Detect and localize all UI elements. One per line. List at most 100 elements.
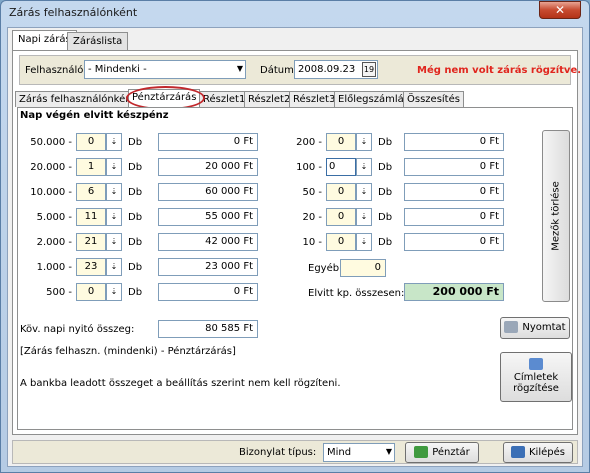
denom-count-input[interactable]: 0 (326, 133, 356, 151)
unit-label: Db (378, 162, 393, 173)
doc-type-value: Mind (327, 447, 352, 458)
unit-label: Db (378, 212, 393, 223)
title-bar: Zárás felhasználónként ✕ (1, 1, 589, 25)
calendar-icon[interactable]: 19 (362, 62, 376, 77)
denom-label: 10.000 - (30, 187, 72, 198)
denominations-icon (529, 358, 543, 370)
spin-arrow-icon[interactable]: ⇣ (106, 158, 122, 176)
denom-label: 200 - (296, 137, 322, 148)
next-day-value: 80 585 Ft (158, 320, 258, 338)
denom-label: 2.000 - (36, 237, 72, 248)
bottom-bar: Bizonylat típus: Mind ▼ Pénztár Kilépés (12, 440, 578, 464)
tab-reszlet1[interactable]: Részlet1 (199, 91, 250, 107)
spin-arrow-icon[interactable]: ⇣ (106, 183, 122, 201)
tab-eloleg-szamlak[interactable]: Előlegszámlák (334, 91, 414, 107)
user-label: Felhasználó (25, 65, 84, 76)
tab-osszesites[interactable]: Összesítés (403, 91, 464, 107)
spin-arrow-icon[interactable]: ⇣ (106, 283, 122, 301)
denom-count-input[interactable]: 1 (76, 158, 106, 176)
denom-label: 100 - (296, 162, 322, 173)
denom-count-input[interactable]: 0 (326, 158, 356, 176)
denom-amount: 0 Ft (404, 208, 504, 226)
denom-count-input[interactable]: 0 (326, 208, 356, 226)
save-denominations-button[interactable]: Címletek rögzítése (500, 352, 572, 402)
print-label: Nyomtat (522, 322, 566, 333)
app-window: Zárás felhasználónként ✕ Napi zárás Zárá… (0, 0, 590, 473)
user-select[interactable]: - Mindenki - ▼ (84, 60, 246, 79)
spin-arrow-icon[interactable]: ⇣ (106, 258, 122, 276)
doc-type-label: Bizonylat típus: (239, 447, 317, 458)
denom-amount: 60 000 Ft (158, 183, 258, 201)
denom-amount: 42 000 Ft (158, 233, 258, 251)
denom-count-input[interactable]: 0 (326, 233, 356, 251)
tab-zaraslista[interactable]: Záráslista (67, 32, 129, 50)
unit-label: Db (378, 137, 393, 148)
denom-amount: 0 Ft (404, 133, 504, 151)
unit-label: Db (378, 187, 393, 198)
clear-fields-button[interactable]: Mezők törlése (542, 130, 570, 302)
doc-type-select[interactable]: Mind ▼ (323, 443, 395, 462)
spin-arrow-icon[interactable]: ⇣ (106, 208, 122, 226)
denom-amount: 0 Ft (158, 133, 258, 151)
info-text: A bankba leadott összeget a beállítás sz… (20, 378, 341, 389)
chevron-down-icon: ▼ (236, 64, 243, 73)
exit-label: Kilépés (529, 447, 565, 458)
spin-arrow-icon[interactable]: ⇣ (356, 158, 372, 176)
denom-label: 10 - (302, 237, 322, 248)
chevron-down-icon: ▼ (385, 447, 392, 456)
spin-arrow-icon[interactable]: ⇣ (356, 208, 372, 226)
total-label: Elvitt kp. összesen: (308, 288, 405, 299)
tab-reszlet2[interactable]: Részlet2 (244, 91, 295, 107)
denom-amount: 55 000 Ft (158, 208, 258, 226)
total-value: 200 000 Ft (404, 283, 504, 301)
penztar-label: Pénztár (432, 447, 470, 458)
printer-icon (504, 321, 519, 333)
print-button[interactable]: Nyomtat (500, 317, 570, 339)
denom-label: 20.000 - (30, 162, 72, 173)
denom-count-input[interactable]: 0 (76, 133, 106, 151)
denom-count-input[interactable]: 21 (76, 233, 106, 251)
denom-amount: 0 Ft (404, 183, 504, 201)
unit-label: Db (128, 137, 143, 148)
warning-message: Még nem volt zárás rögzítve. (417, 65, 582, 76)
next-day-label: Köv. napi nyitó összeg: (20, 324, 135, 335)
denom-label: 50 - (302, 187, 322, 198)
user-select-value: - Mindenki - (88, 64, 147, 75)
save-denominations-label-1: Címletek (513, 372, 559, 383)
cash-content: Nap végén elvitt készpénz 50.000 - 0 ⇣ D… (17, 107, 573, 430)
denom-count-input[interactable]: 0 (326, 183, 356, 201)
egyeb-input[interactable]: 0 (340, 259, 386, 277)
client-area: Napi zárás Záráslista Felhasználó - Mind… (7, 27, 583, 467)
denom-amount: 0 Ft (404, 158, 504, 176)
close-button[interactable]: ✕ (539, 1, 581, 19)
unit-label: Db (128, 262, 143, 273)
unit-label: Db (128, 162, 143, 173)
denom-label: 50.000 - (30, 137, 72, 148)
exit-button[interactable]: Kilépés (503, 442, 573, 463)
spin-arrow-icon[interactable]: ⇣ (356, 133, 372, 151)
tab-zaras-felhasznalonkent[interactable]: Zárás felhasználónként (15, 91, 140, 107)
clear-fields-label: Mezők törlése (550, 181, 562, 251)
unit-label: Db (128, 187, 143, 198)
denom-count-input[interactable]: 6 (76, 183, 106, 201)
date-field[interactable]: 2008.09.23 19 (294, 60, 378, 79)
path-text: [Zárás felhaszn. (mindenki) - Pénztárzár… (20, 346, 236, 357)
denom-count-input[interactable]: 23 (76, 258, 106, 276)
filter-bar: Felhasználó - Mindenki - ▼ Dátum 2008.09… (19, 55, 581, 85)
spin-arrow-icon[interactable]: ⇣ (356, 183, 372, 201)
denom-amount: 23 000 Ft (158, 258, 258, 276)
denom-count-input[interactable]: 11 (76, 208, 106, 226)
spin-arrow-icon[interactable]: ⇣ (106, 133, 122, 151)
unit-label: Db (378, 237, 393, 248)
date-label: Dátum (260, 65, 294, 76)
spin-arrow-icon[interactable]: ⇣ (106, 233, 122, 251)
denom-amount: 20 000 Ft (158, 158, 258, 176)
tab-reszlet3[interactable]: Részlet3 (289, 91, 340, 107)
main-panel: Felhasználó - Mindenki - ▼ Dátum 2008.09… (12, 50, 581, 435)
denom-count-input[interactable]: 0 (76, 283, 106, 301)
window-title: Zárás felhasználónként (9, 6, 138, 19)
penztar-button[interactable]: Pénztár (405, 442, 479, 463)
denom-label: 1.000 - (36, 262, 72, 273)
spin-arrow-icon[interactable]: ⇣ (356, 233, 372, 251)
unit-label: Db (128, 287, 143, 298)
